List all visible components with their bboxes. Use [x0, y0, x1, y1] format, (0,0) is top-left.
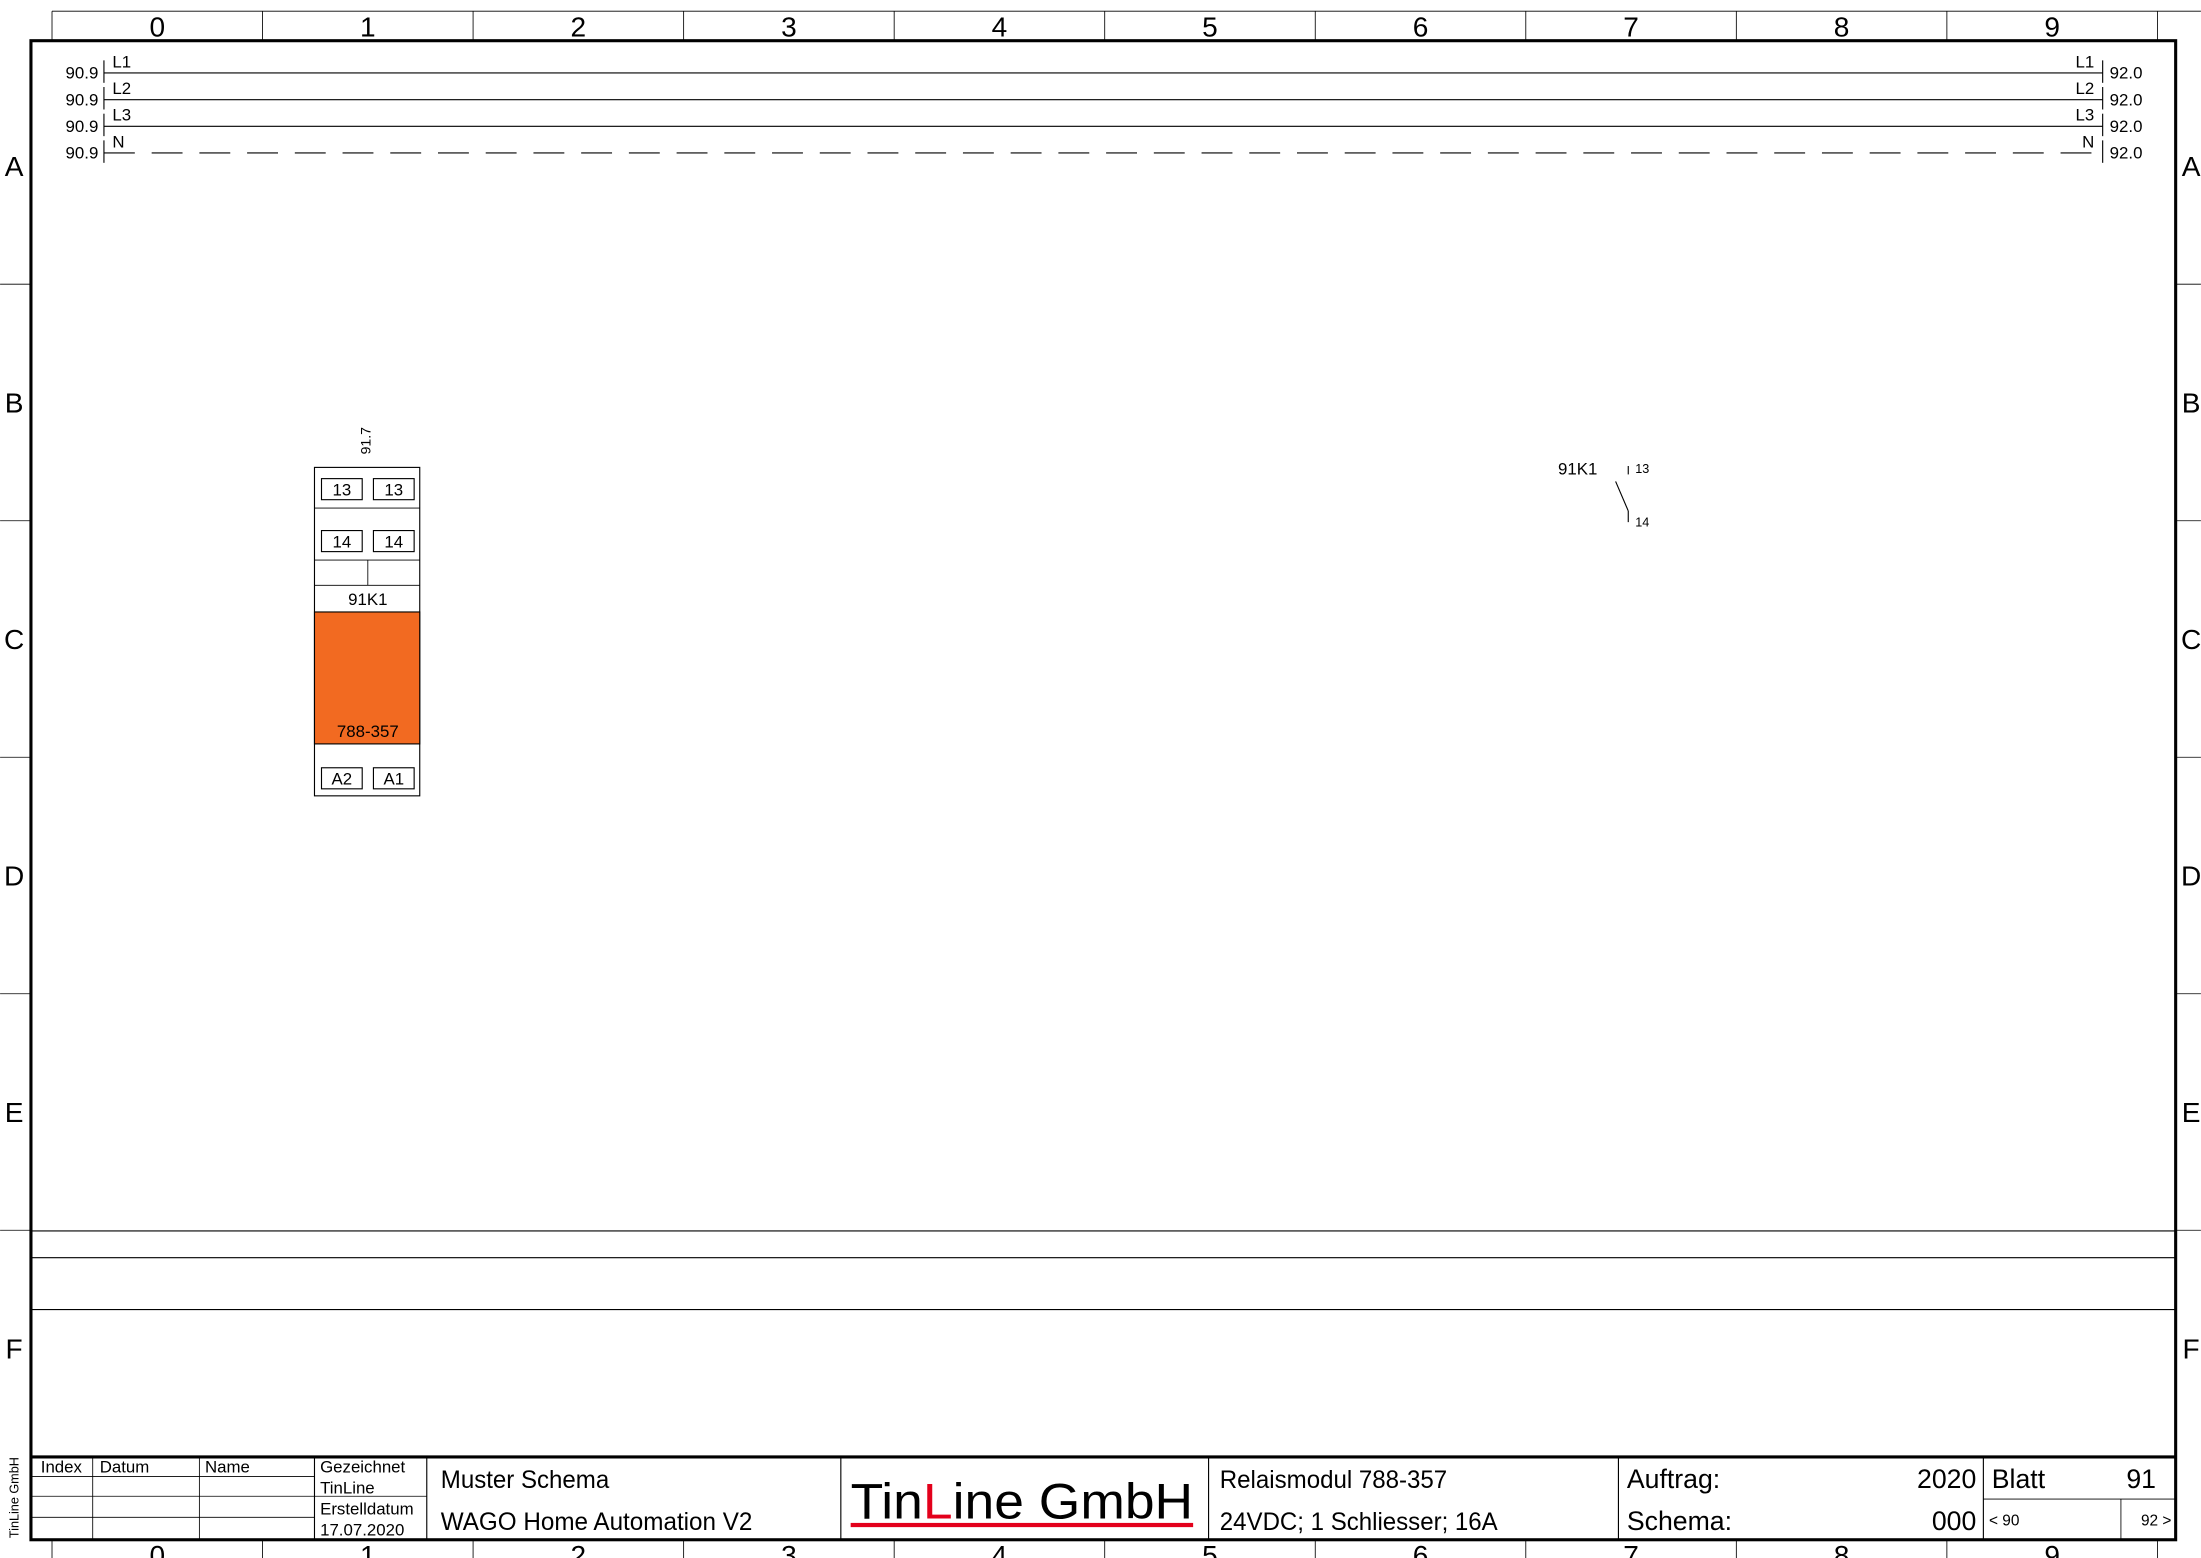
rail-name-right: L1: [2076, 52, 2095, 71]
rail-ref-right: 92.0: [2110, 144, 2143, 163]
company-logo: Tin Line GmbH: [850, 1473, 1194, 1530]
row-label-left: F: [6, 1333, 23, 1364]
rail-name-right: L2: [2076, 79, 2095, 98]
rev-index-header: Index: [41, 1457, 83, 1476]
description-line-2: 24VDC; 1 Schliesser; 16A: [1220, 1508, 1498, 1536]
auftrag-value: 2020: [1917, 1464, 1976, 1494]
rail-name-left: L2: [112, 79, 131, 98]
terminal-a2: A2: [332, 770, 353, 789]
rail-ref-right: 92.0: [2110, 90, 2143, 109]
rail-name-right: L3: [2076, 106, 2095, 125]
column-label-bottom: 5: [1202, 1540, 1218, 1558]
column-label-top: 2: [571, 11, 587, 42]
terminal-13-left: 13: [332, 480, 351, 499]
rail-name-left: L1: [112, 52, 131, 71]
column-label-top: 0: [149, 11, 165, 42]
relay-part-number: 788-357: [337, 722, 399, 741]
terminal-14-left: 14: [332, 532, 351, 551]
row-label-right: E: [2182, 1097, 2201, 1128]
blatt-label: Blatt: [1992, 1464, 2046, 1494]
column-label-bottom: 8: [1834, 1540, 1850, 1558]
rail-name-left: L3: [112, 106, 131, 125]
row-label-left: D: [4, 860, 24, 891]
rail-ref-left: 90.9: [66, 117, 99, 136]
rail-ref-left: 90.9: [66, 144, 99, 163]
column-label-bottom: 6: [1413, 1540, 1429, 1558]
column-label-top: 7: [1623, 11, 1639, 42]
potential-rails: 90.9 92.0 L1 L1 90.9 92.0 L2 L2 90.9 92.0 L3 L3 90.9…: [66, 52, 2143, 163]
relay-contact-no[interactable]: 91K1 13 14: [1558, 459, 1649, 529]
rail-ref-left: 90.9: [66, 90, 99, 109]
column-label-top: 5: [1202, 11, 1218, 42]
column-label-bottom: 3: [781, 1540, 797, 1558]
relay-tag: 91K1: [348, 590, 387, 609]
contact-blade: [1615, 481, 1629, 512]
relay-crossref: 91.7: [358, 427, 374, 454]
schematic-sheet: 0 0 1 1 2 2 3 3 4 4 5 5 6 6 7 7 8 8 9 9 A A B B C C D D E E F F 90.9 92…: [0, 10, 2201, 1558]
creation-date: 17.07.2020: [320, 1521, 404, 1540]
drawn-label: Gezeichnet: [320, 1457, 405, 1476]
schema-value: 000: [1932, 1506, 1976, 1536]
rail-ref-right: 92.0: [2110, 64, 2143, 83]
column-label-bottom: 2: [571, 1540, 587, 1558]
project-title: Muster Schema: [441, 1466, 610, 1494]
row-label-right: C: [2181, 624, 2201, 655]
column-label-top: 3: [781, 11, 797, 42]
column-label-top: 8: [1834, 11, 1850, 42]
column-label-bottom: 1: [360, 1540, 376, 1558]
contact-pin-14: 14: [1635, 515, 1649, 529]
column-label-bottom: 9: [2044, 1540, 2060, 1558]
row-label-right: A: [2182, 151, 2201, 182]
project-subtitle: WAGO Home Automation V2: [441, 1508, 753, 1536]
rail-ref-left: 90.9: [66, 64, 99, 83]
row-label-right: D: [2181, 860, 2201, 891]
date-label: Erstelldatum: [320, 1499, 414, 1518]
drawn-by: TinLine: [320, 1478, 375, 1497]
column-label-bottom: 0: [149, 1540, 165, 1558]
row-label-left: A: [5, 151, 24, 182]
column-label-top: 6: [1413, 11, 1429, 42]
column-label-bottom: 7: [1623, 1540, 1639, 1558]
row-label-left: B: [5, 387, 24, 418]
prev-sheet-link[interactable]: < 90: [1989, 1513, 2019, 1530]
title-block: TinLine GmbH Index Datum Name Gezeichnet…: [7, 1455, 2176, 1540]
column-label-top: 1: [360, 11, 376, 42]
contact-pin-13: 13: [1635, 462, 1649, 476]
svg-text:TinLine GmbH: Tin Line GmbH: [851, 1473, 1193, 1530]
column-label-bottom: 4: [992, 1540, 1008, 1558]
terminal-a1: A1: [383, 770, 404, 789]
side-company-text: TinLine GmbH: [7, 1457, 21, 1538]
rev-name-header: Name: [205, 1457, 250, 1476]
column-label-top: 9: [2044, 11, 2060, 42]
rail-ref-right: 92.0: [2110, 117, 2143, 136]
schema-label: Schema:: [1627, 1506, 1732, 1536]
logo-underline: [850, 1522, 1194, 1528]
next-sheet-link[interactable]: 92 >: [2141, 1513, 2171, 1530]
contact-tag: 91K1: [1558, 459, 1597, 478]
row-label-right: B: [2182, 387, 2201, 418]
row-label-right: F: [2183, 1333, 2200, 1364]
column-label-top: 4: [992, 11, 1008, 42]
terminal-13-right: 13: [384, 480, 403, 499]
row-label-left: E: [5, 1097, 24, 1128]
terminal-14-right: 14: [384, 532, 403, 551]
description-line-1: Relaismodul 788-357: [1220, 1466, 1447, 1494]
rail-name-left: N: [112, 132, 124, 151]
row-label-left: C: [4, 624, 24, 655]
rail-name-right: N: [2082, 132, 2094, 151]
auftrag-label: Auftrag:: [1627, 1464, 1720, 1494]
relay-module[interactable]: 91.7 13 13 14 14 91K1 788-357 A2 A1: [313, 427, 421, 797]
rev-date-header: Datum: [100, 1457, 150, 1476]
blatt-number: 91: [2126, 1464, 2156, 1494]
